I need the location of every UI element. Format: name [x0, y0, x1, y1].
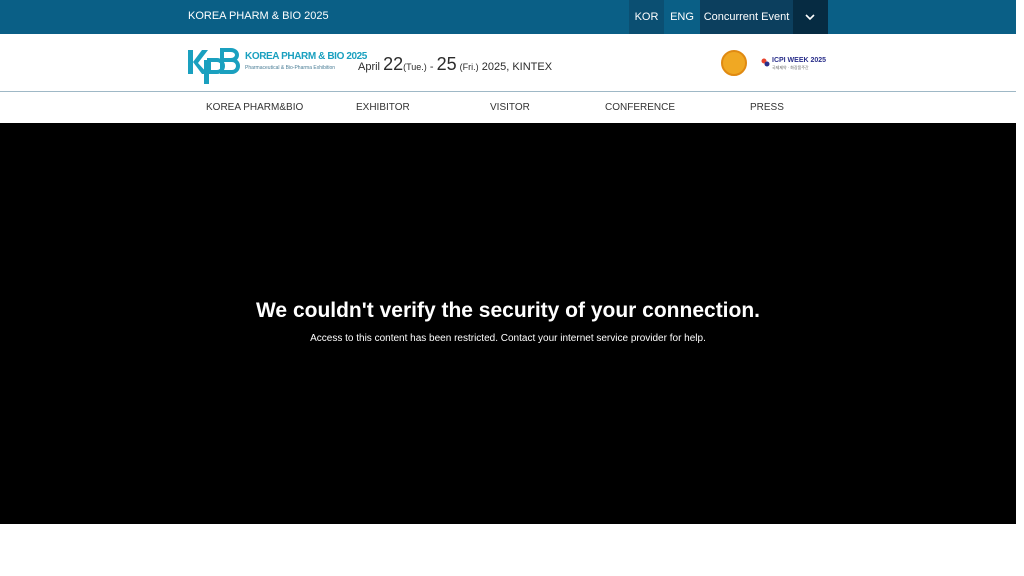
top-bar: KOREA PHARM & BIO 2025 KOR ENG Concurren…: [0, 0, 1016, 34]
date-month: April: [358, 61, 381, 73]
logo-name: KOREA PHARM & BIO 2025: [245, 51, 367, 62]
kpb-logo-icon: [188, 48, 240, 84]
language-kor-button[interactable]: KOR: [629, 0, 664, 34]
chevron-down-icon: [805, 14, 815, 21]
concurrent-event-dropdown-button[interactable]: [793, 0, 828, 34]
date-end-day: 25: [436, 54, 457, 74]
date-year-venue: 2025, KINTEX: [481, 61, 553, 73]
nav-item-visitor[interactable]: VISITOR: [490, 102, 530, 113]
error-panel: We couldn't verify the security of your …: [0, 123, 1016, 524]
error-title: We couldn't verify the security of your …: [255, 299, 761, 322]
date-start-day: 22: [383, 54, 404, 74]
nav-item-exhibitor[interactable]: EXHIBITOR: [356, 102, 410, 113]
error-message: Access to this content has been restrict…: [310, 333, 706, 344]
site-logo[interactable]: KOREA PHARM & BIO 2025 Pharmaceutical & …: [186, 46, 367, 86]
main-nav: KOREA PHARM&BIO EXHIBITOR VISITOR CONFER…: [0, 92, 1016, 123]
site-title: KOREA PHARM & BIO 2025: [188, 10, 329, 22]
header: KOREA PHARM & BIO 2025 Pharmaceutical & …: [0, 34, 1016, 92]
date-separator: -: [429, 61, 434, 73]
date-start-weekday: (Tue.): [403, 62, 427, 72]
icpi-week-logo[interactable]: ICPI WEEK 2025 국제제약 · 화장품주간: [760, 57, 830, 71]
concurrent-event-button[interactable]: Concurrent Event: [700, 0, 793, 34]
date-end-weekday: (Fri.): [459, 62, 479, 72]
icpi-mark-icon: [761, 58, 770, 67]
nav-item-press[interactable]: PRESS: [750, 102, 784, 113]
event-date: April 22(Tue.) - 25 (Fri.) 2025, KINTEX: [358, 54, 552, 75]
logo-subtitle: Pharmaceutical & Bio-Pharma Exhibition: [245, 65, 336, 71]
nav-item-conference[interactable]: CONFERENCE: [605, 102, 675, 113]
nav-item-korea-pharm-bio[interactable]: KOREA PHARM&BIO: [206, 102, 303, 113]
icpi-subtitle: 국제제약 · 화장품주간: [772, 65, 809, 70]
icpi-name: ICPI WEEK 2025: [772, 57, 827, 64]
circle-emblem-icon[interactable]: [721, 50, 747, 76]
language-eng-button[interactable]: ENG: [664, 0, 700, 34]
